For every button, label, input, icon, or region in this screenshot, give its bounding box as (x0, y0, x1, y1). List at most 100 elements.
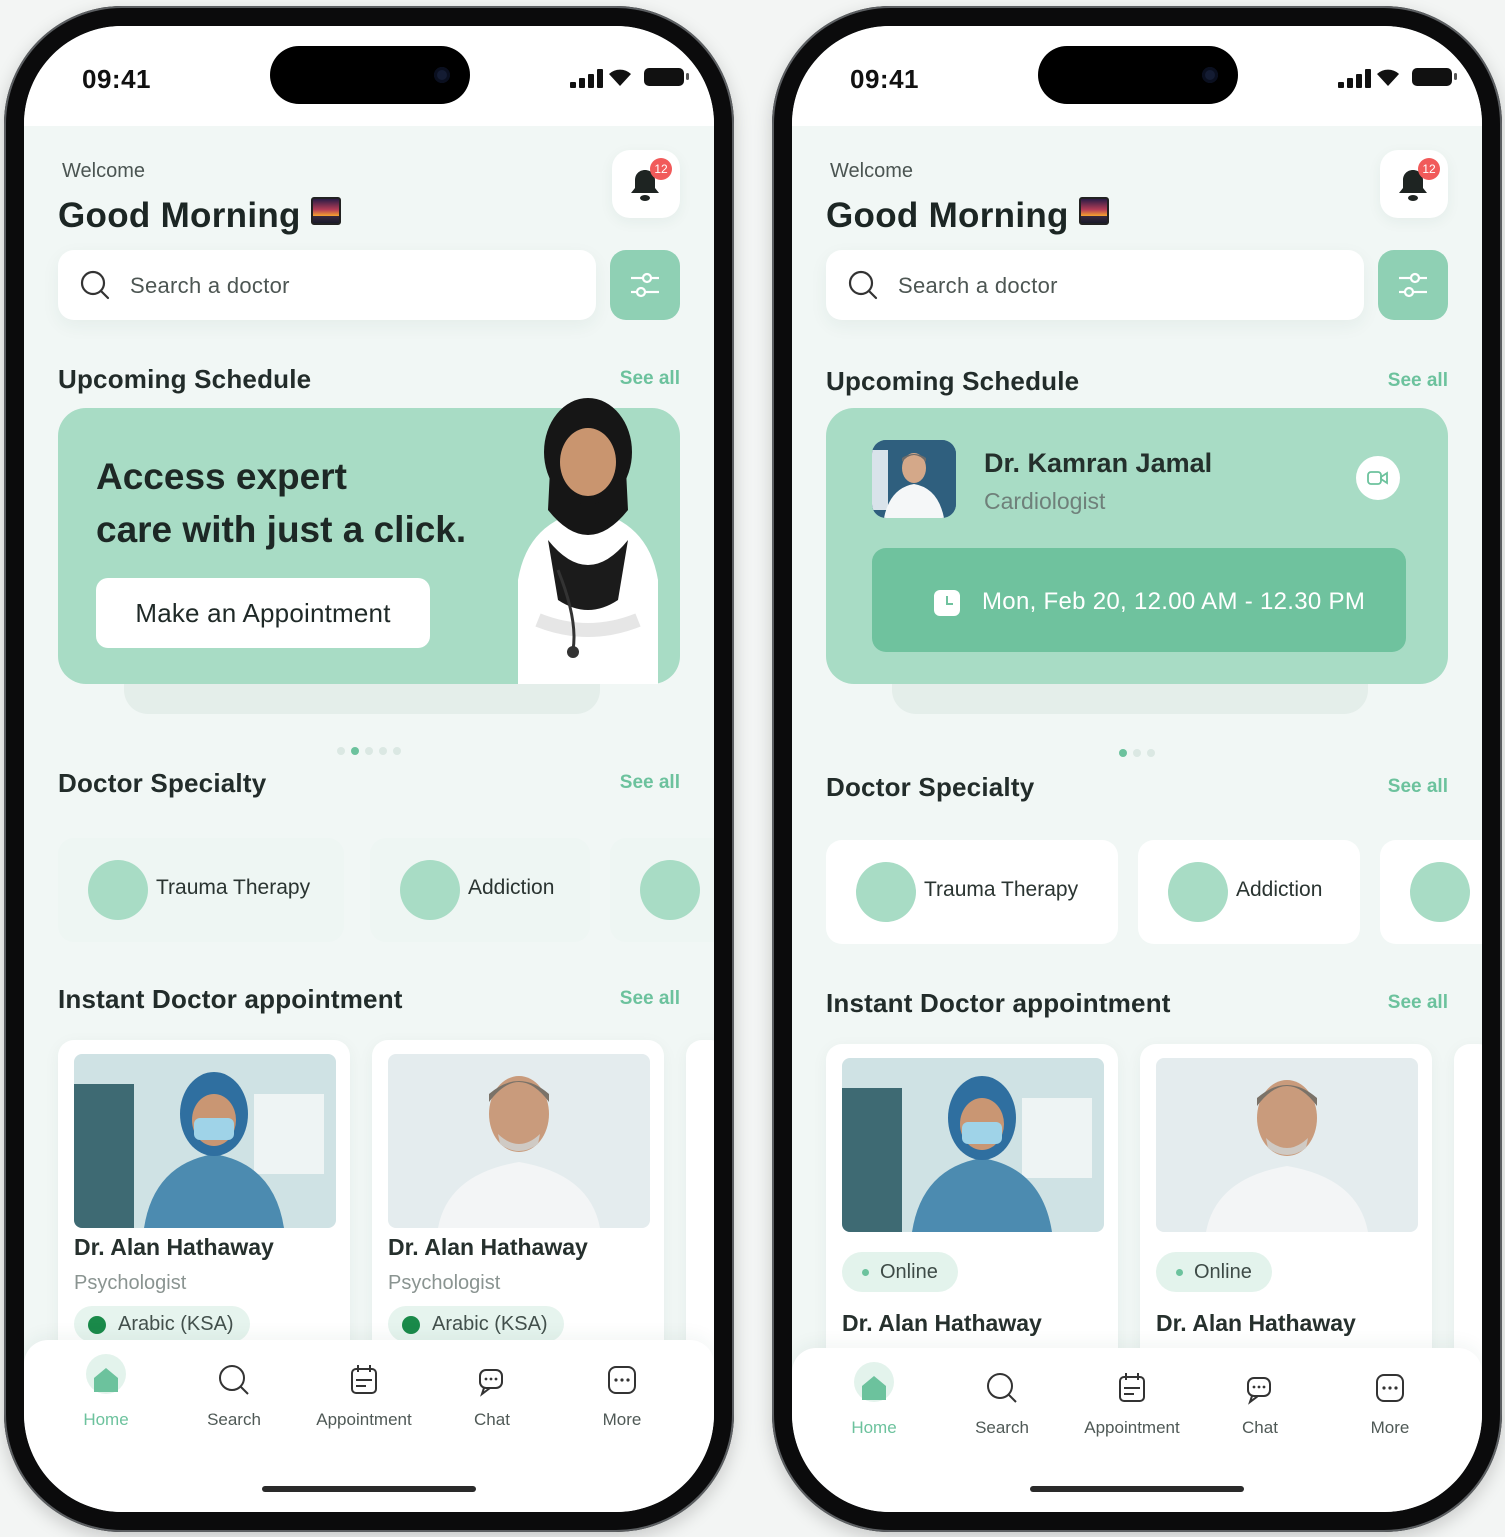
specialty-chip-trauma[interactable]: Trauma Therapy (826, 840, 1118, 944)
tab-search[interactable]: Search (174, 1360, 294, 1430)
home-screen-banner: 09:41 Welcome Good Morning 12 Search a d… (24, 26, 714, 1512)
upcoming-see-all-link[interactable]: See all (1388, 370, 1448, 392)
phone-right: 09:41 Welcome Good Morning 12 Search a d… (772, 6, 1502, 1532)
language-badge: Arabic (KSA) (74, 1306, 250, 1342)
specialty-chip-addiction[interactable]: Addiction (370, 838, 590, 942)
doctor-card[interactable]: Online Dr. Alan Hathaway (1140, 1044, 1432, 1384)
banner-headline: Access expert care with just a click. (96, 456, 467, 550)
wifi-icon (1377, 69, 1399, 86)
filter-button[interactable] (1378, 250, 1448, 320)
tab-home[interactable]: Home (46, 1354, 166, 1430)
search-input[interactable]: Search a doctor (58, 250, 596, 320)
notification-button[interactable]: 12 (1380, 150, 1448, 218)
notification-badge: 12 (650, 158, 672, 180)
search-icon (80, 270, 110, 300)
instant-appointment-title: Instant Doctor appointment (826, 988, 1171, 1018)
doctor-card[interactable]: Online Dr. Alan Hathaway (826, 1044, 1118, 1384)
filter-button[interactable] (610, 250, 680, 320)
calendar-icon (351, 1365, 377, 1394)
specialty-see-all-link[interactable]: See all (620, 772, 680, 794)
home-indicator (262, 1486, 476, 1492)
calendar-icon (1119, 1373, 1145, 1402)
search-input[interactable]: Search a doctor (826, 250, 1364, 320)
sunset-emoji-icon (1078, 197, 1109, 225)
doctor-specialty: Psychologist (388, 1272, 501, 1294)
home-screen-scheduled: 09:41 Welcome Good Morning 12 Search a d… (792, 26, 1482, 1512)
carousel-dots (24, 742, 714, 760)
status-time: 09:41 (82, 64, 151, 94)
search-icon (987, 1373, 1017, 1403)
wifi-icon (609, 69, 631, 86)
tab-appointment[interactable]: Appointment (1072, 1368, 1192, 1438)
upcoming-appointment-card[interactable]: Dr. Kamran Jamal Cardiologist Mon, Feb 2… (826, 408, 1448, 684)
instant-appointment-title: Instant Doctor appointment (58, 984, 403, 1014)
more-icon (1376, 1374, 1404, 1402)
doctor-specialty-title: Doctor Specialty (58, 768, 267, 798)
upcoming-schedule-title: Upcoming Schedule (826, 366, 1080, 396)
phone-left: 09:41 Welcome Good Morning 12 Search a d… (4, 6, 734, 1532)
make-appointment-button[interactable]: Make an Appointment (96, 578, 430, 648)
video-call-button[interactable] (1356, 456, 1400, 500)
family-therapy-icon (1410, 862, 1470, 922)
specialty-chip-partial[interactable] (610, 838, 714, 942)
doctor-name: Dr. Alan Hathaway (74, 1234, 274, 1260)
home-icon (94, 1368, 118, 1392)
doctor-photo-male (388, 1054, 650, 1228)
tab-appointment[interactable]: Appointment (304, 1360, 424, 1430)
instant-see-all-link[interactable]: See all (620, 988, 680, 1010)
greeting-title: Good Morning (58, 196, 341, 236)
tab-more[interactable]: More (1330, 1368, 1450, 1438)
sliders-icon (631, 272, 659, 298)
battery-icon (644, 68, 689, 86)
status-bar: 09:41 (24, 26, 714, 126)
online-status-badge: Online (842, 1252, 958, 1292)
saudi-flag-icon (88, 1316, 106, 1334)
saudi-flag-icon (402, 1316, 420, 1334)
trauma-therapy-icon (856, 862, 916, 922)
tab-home[interactable]: Home (814, 1362, 934, 1438)
tab-chat[interactable]: Chat (1200, 1368, 1320, 1438)
addiction-icon (400, 860, 460, 920)
promo-banner[interactable]: Access expert care with just a click. Mak… (58, 398, 680, 684)
female-doctor-image (518, 398, 658, 684)
tab-chat[interactable]: Chat (432, 1360, 552, 1430)
specialty-label: Addiction (468, 876, 555, 899)
trauma-therapy-icon (88, 860, 148, 920)
tab-more[interactable]: More (562, 1360, 682, 1430)
specialty-row: Trauma Therapy Addiction (58, 838, 714, 942)
family-therapy-icon (640, 860, 700, 920)
signal-icon (1338, 68, 1372, 88)
greeting-title: Good Morning (826, 196, 1109, 236)
specialty-see-all-link[interactable]: See all (1388, 776, 1448, 798)
language-badge: Arabic (KSA) (388, 1306, 564, 1342)
specialty-chip-partial[interactable] (1380, 840, 1482, 944)
specialty-chip-trauma[interactable]: Trauma Therapy (58, 838, 344, 942)
specialty-chip-addiction[interactable]: Addiction (1138, 840, 1360, 944)
upcoming-see-all-link[interactable]: See all (620, 368, 680, 390)
chat-icon (1247, 1377, 1271, 1405)
doctor-specialty: Psychologist (74, 1272, 187, 1294)
doctor-card-partial[interactable] (686, 1040, 714, 1380)
chat-icon (479, 1369, 503, 1397)
sunset-emoji-icon (310, 197, 341, 225)
notification-badge: 12 (1418, 158, 1440, 180)
doctor-card-partial[interactable] (1454, 1044, 1482, 1384)
clock-icon (934, 590, 960, 616)
doctor-name: Dr. Alan Hathaway (1156, 1310, 1356, 1336)
doctor-name: Dr. Alan Hathaway (842, 1310, 1042, 1336)
doctor-card[interactable]: Dr. Alan Hathaway Psychologist Arabic (K… (372, 1040, 664, 1380)
search-placeholder: Search a doctor (130, 273, 290, 298)
doctor-photo-female (74, 1054, 336, 1228)
status-time: 09:41 (850, 64, 919, 94)
tab-search[interactable]: Search (942, 1368, 1062, 1438)
dynamic-island (1038, 46, 1238, 104)
video-camera-icon (1367, 471, 1388, 485)
notification-button[interactable]: 12 (612, 150, 680, 218)
doctor-specialty-title: Doctor Specialty (826, 772, 1035, 802)
appointment-time-bar: Mon, Feb 20, 12.00 AM - 12.30 PM (872, 548, 1406, 652)
doctor-name: Dr. Alan Hathaway (388, 1234, 588, 1260)
carousel-dots (792, 744, 1482, 762)
instant-see-all-link[interactable]: See all (1388, 992, 1448, 1014)
specialty-row: Trauma Therapy Addiction (826, 840, 1482, 944)
doctor-card[interactable]: Dr. Alan Hathaway Psychologist Arabic (K… (58, 1040, 350, 1380)
